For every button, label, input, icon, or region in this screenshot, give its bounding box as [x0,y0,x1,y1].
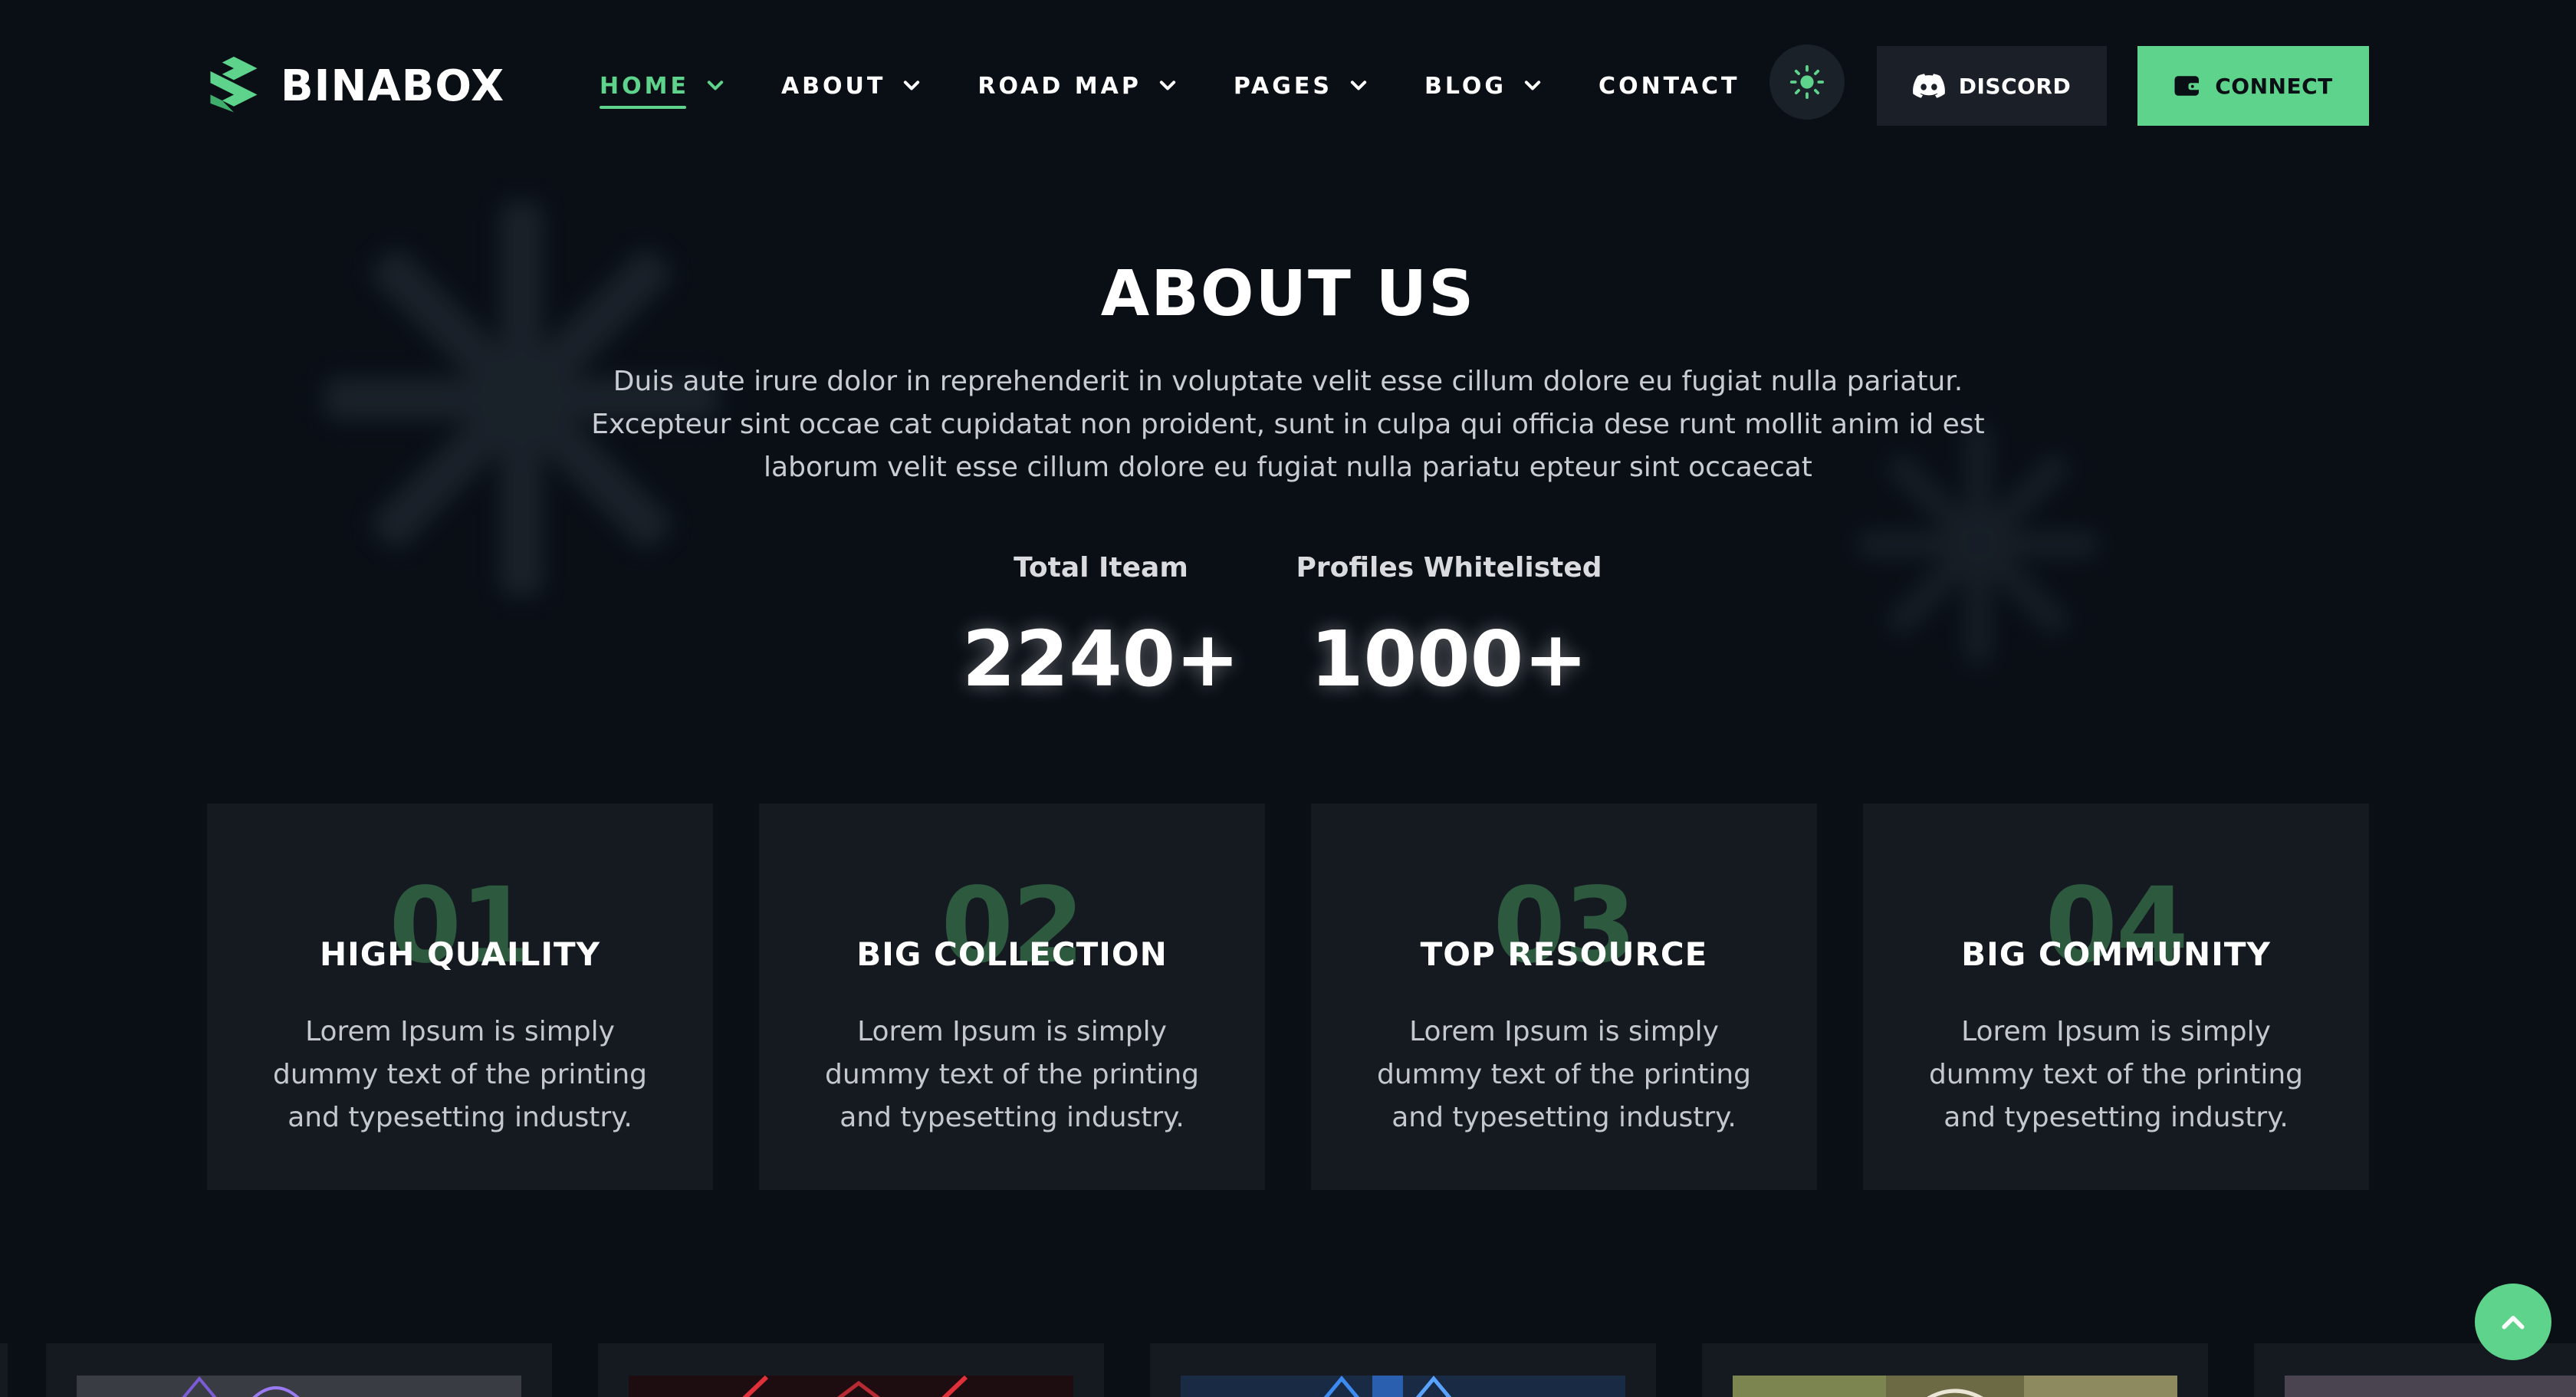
connect-label: CONNECT [2215,73,2333,99]
nav-item-contact[interactable]: CONTACT [1598,73,1740,100]
about-line: Excepteur sint occae cat cupidatat non p… [591,409,1985,440]
about-line: Duis aute irure dolor in reprehenderit i… [613,366,1963,397]
discord-button[interactable]: DISCORD [1877,46,2107,126]
nft-image [629,1376,1073,1397]
nav-item-blog[interactable]: BLOG [1424,73,1543,100]
nft-card[interactable] [46,1343,552,1397]
feature-card-big-collection: 02 BIG COLLECTION Lorem Ipsum is simply … [759,804,1265,1190]
nav-item-pages[interactable]: PAGES [1234,73,1369,100]
site-header: BINABOX HOME ABOUT ROAD MAP PAGES BLOG C… [0,0,2576,172]
card-line: and typesetting industry. [1944,1102,2288,1133]
theme-toggle-button[interactable] [1769,44,1845,120]
discord-label: DISCORD [1958,73,2072,99]
about-description: Duis aute irure dolor in reprehenderit i… [567,360,2009,489]
stat-total-items: Total Iteam 2240+ [948,552,1254,704]
chevron-down-icon [707,81,724,90]
nft-image [1733,1376,2177,1397]
card-description: Lorem Ipsum is simply dummy text of the … [1365,1011,1763,1139]
sun-icon [1789,64,1825,100]
chevron-down-icon [1350,81,1367,90]
wallet-icon [2174,76,2200,96]
card-description: Lorem Ipsum is simply dummy text of the … [261,1011,659,1139]
nav-label: ABOUT [780,72,886,100]
brand-logo[interactable]: BINABOX [204,54,504,118]
chevron-up-icon [2502,1316,2525,1330]
nft-card[interactable] [598,1343,1104,1397]
card-description: Lorem Ipsum is simply dummy text of the … [1917,1011,2315,1139]
card-line: and typesetting industry. [840,1102,1184,1133]
nft-card[interactable] [1702,1343,2208,1397]
card-description: Lorem Ipsum is simply dummy text of the … [813,1011,1211,1139]
stat-profiles-whitelisted: Profiles Whitelisted 1000+ [1288,552,1610,704]
nav-label: CONTACT [1598,72,1740,100]
card-line: dummy text of the printing [1377,1059,1751,1090]
chevron-down-icon [904,81,920,90]
scroll-to-top-button[interactable] [2475,1284,2551,1360]
card-title: TOP RESOURCE [1420,935,1708,973]
feature-card-top-resource: 03 TOP RESOURCE Lorem Ipsum is simply du… [1311,804,1817,1190]
nft-card[interactable] [1150,1343,1656,1397]
nav-label: ROAD MAP [978,72,1142,100]
brand-name: BINABOX [281,61,505,111]
card-line: and typesetting industry. [288,1102,632,1133]
chevron-down-icon [1159,81,1175,90]
card-line: Lorem Ipsum is simply [1961,1016,2271,1047]
nft-image [77,1376,521,1397]
stat-value: 2240+ [961,614,1240,704]
card-title: BIG COMMUNITY [1961,935,2271,973]
nav-label: HOME [600,72,689,109]
stat-value: 1000+ [1309,614,1589,704]
card-line: Lorem Ipsum is simply [305,1016,615,1047]
chevron-down-icon [1524,81,1541,90]
nav-label: BLOG [1424,72,1507,100]
nav-item-road-map[interactable]: ROAD MAP [978,73,1178,100]
nft-image [1181,1376,1625,1397]
connect-button[interactable]: CONNECT [2137,46,2369,126]
feature-card-big-community: 04 BIG COMMUNITY Lorem Ipsum is simply d… [1863,804,2369,1190]
card-line: dummy text of the printing [825,1059,1199,1090]
stat-label: Total Iteam [1014,552,1188,583]
nav-item-about[interactable]: ABOUT [781,73,922,100]
nft-image [2285,1376,2576,1397]
main-nav: HOME ABOUT ROAD MAP PAGES BLOG CONTACT [600,66,1740,109]
binabox-logo-icon [210,56,258,113]
discord-icon [1912,74,1945,98]
about-line: laborum velit esse cillum dolore eu fugi… [764,452,1812,483]
card-title: HIGH QUAILITY [319,935,601,973]
page: BINABOX HOME ABOUT ROAD MAP PAGES BLOG C… [0,0,2576,1397]
nft-card-partial[interactable] [0,1343,8,1397]
nav-label: PAGES [1233,72,1332,100]
stat-label: Profiles Whitelisted [1296,552,1602,583]
card-line: dummy text of the printing [273,1059,647,1090]
about-title: ABOUT US [1100,258,1476,330]
card-line: Lorem Ipsum is simply [1409,1016,1719,1047]
card-line: dummy text of the printing [1929,1059,2303,1090]
card-line: and typesetting industry. [1392,1102,1737,1133]
card-title: BIG COLLECTION [856,935,1168,973]
card-line: Lorem Ipsum is simply [857,1016,1167,1047]
feature-card-high-quality: 01 HIGH QUAILITY Lorem Ipsum is simply d… [207,804,713,1190]
nav-item-home[interactable]: HOME [600,72,726,109]
